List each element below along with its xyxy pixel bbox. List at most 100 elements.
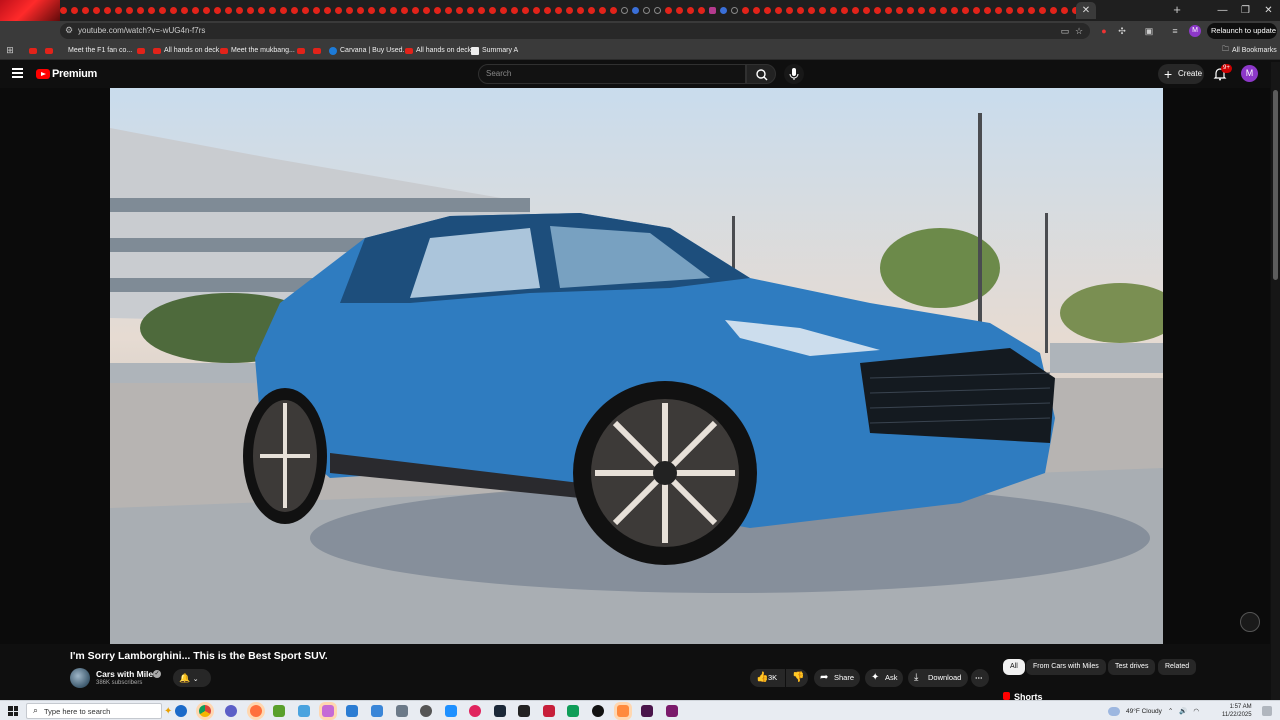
browser-tab-favicon-icon[interactable] bbox=[896, 7, 903, 14]
browser-tab-favicon-icon[interactable] bbox=[258, 7, 265, 14]
chip-related[interactable]: Related bbox=[1158, 659, 1197, 675]
browser-tab-favicon-icon[interactable] bbox=[654, 7, 661, 14]
browser-tab-favicon-icon[interactable] bbox=[698, 7, 705, 14]
extension-red-icon[interactable]: ● bbox=[1097, 24, 1111, 38]
browser-profile-avatar[interactable]: M bbox=[1189, 25, 1201, 37]
channel-name[interactable]: Cars with Miles bbox=[96, 669, 158, 679]
bookmark-youtube-icon-only[interactable] bbox=[313, 44, 321, 57]
chip-test-drives[interactable]: Test drives bbox=[1108, 659, 1156, 675]
browser-tab-favicon-icon[interactable] bbox=[181, 7, 188, 14]
browser-tab-favicon-icon[interactable] bbox=[302, 7, 309, 14]
app-word-icon[interactable] bbox=[346, 705, 358, 717]
browser-tab-favicon-icon[interactable] bbox=[621, 7, 628, 14]
browser-tab-favicon-icon[interactable] bbox=[203, 7, 210, 14]
active-tab-close-icon[interactable]: ✕ bbox=[1076, 2, 1096, 19]
app-slack-icon[interactable] bbox=[641, 705, 653, 717]
browser-tab-favicon-icon[interactable] bbox=[82, 7, 89, 14]
windows-start-icon[interactable] bbox=[8, 706, 18, 716]
browser-tab-favicon-icon[interactable] bbox=[1028, 7, 1035, 14]
browser-tab-favicon-icon[interactable] bbox=[335, 7, 342, 14]
browser-tab-favicon-icon[interactable] bbox=[357, 7, 364, 14]
browser-tab-favicon-icon[interactable] bbox=[665, 7, 672, 14]
search-input[interactable]: Search bbox=[478, 64, 746, 84]
voice-search-button[interactable] bbox=[784, 64, 804, 84]
browser-tab-favicon-icon[interactable] bbox=[159, 7, 166, 14]
url-text[interactable]: youtube.com/watch?v=-wUG4n-f7rs bbox=[78, 26, 205, 35]
reading-list-icon[interactable]: ≡ bbox=[1168, 24, 1182, 38]
browser-tab-favicon-icon[interactable] bbox=[984, 7, 991, 14]
menu-icon[interactable] bbox=[12, 68, 23, 78]
account-avatar[interactable]: M bbox=[1241, 65, 1258, 82]
subscription-bell-button[interactable]: 🔔 ⌄ bbox=[173, 669, 211, 687]
browser-tab-favicon-icon[interactable] bbox=[522, 7, 529, 14]
browser-tab-favicon-icon[interactable] bbox=[830, 7, 837, 14]
browser-tab-favicon-icon[interactable] bbox=[808, 7, 815, 14]
bookmark-youtube-icon-only[interactable] bbox=[29, 44, 37, 57]
like-button[interactable]: 👍 3K bbox=[750, 669, 785, 687]
browser-tab-favicon-icon[interactable] bbox=[918, 7, 925, 14]
address-bar[interactable]: ⚙ youtube.com/watch?v=-wUG4n-f7rs bbox=[60, 23, 1090, 39]
browser-tab-favicon-icon[interactable] bbox=[280, 7, 287, 14]
app-red-icon[interactable] bbox=[543, 705, 555, 717]
browser-tab-favicon-icon[interactable] bbox=[225, 7, 232, 14]
youtube-logo-icon[interactable] bbox=[36, 69, 50, 79]
browser-tab-favicon-icon[interactable] bbox=[555, 7, 562, 14]
browser-tab-favicon-icon[interactable] bbox=[973, 7, 980, 14]
browser-tab-favicon-icon[interactable] bbox=[291, 7, 298, 14]
browser-tab-favicon-icon[interactable] bbox=[610, 7, 617, 14]
browser-tab-favicon-icon[interactable] bbox=[742, 7, 749, 14]
browser-tab-favicon-icon[interactable] bbox=[148, 7, 155, 14]
browser-tab-favicon-icon[interactable] bbox=[511, 7, 518, 14]
browser-tab-favicon-icon[interactable] bbox=[478, 7, 485, 14]
chrome-icon[interactable] bbox=[199, 705, 211, 717]
weather-cloud-icon[interactable] bbox=[1108, 706, 1120, 716]
cast-icon[interactable]: ▣ bbox=[1142, 24, 1156, 38]
browser-tab-favicon-icon[interactable] bbox=[126, 7, 133, 14]
bookmark-item[interactable]: All hands on deck bbox=[405, 44, 471, 57]
app-store-icon[interactable] bbox=[445, 705, 457, 717]
browser-tab-favicon-icon[interactable] bbox=[962, 7, 969, 14]
browser-tab-favicon-icon[interactable] bbox=[819, 7, 826, 14]
browser-tab-favicon-icon[interactable] bbox=[489, 7, 496, 14]
browser-tab-favicon-icon[interactable] bbox=[467, 7, 474, 14]
bookmark-youtube-icon-only[interactable] bbox=[137, 44, 145, 57]
ask-button[interactable]: ✦ Ask bbox=[865, 669, 903, 687]
browser-tab-favicon-icon[interactable] bbox=[313, 7, 320, 14]
minimize-button[interactable]: — bbox=[1211, 0, 1234, 21]
app-magenta-icon[interactable] bbox=[666, 705, 678, 717]
edge-icon[interactable] bbox=[175, 705, 187, 717]
app-pink-icon[interactable] bbox=[469, 705, 481, 717]
browser-tab-favicon-icon[interactable] bbox=[632, 7, 639, 14]
browser-tab-favicon-icon[interactable] bbox=[874, 7, 881, 14]
browser-tab-favicon-icon[interactable] bbox=[863, 7, 870, 14]
taskbar-search-input[interactable]: ⌕ Type here to search ✦ bbox=[26, 703, 172, 719]
browser-tab-favicon-icon[interactable] bbox=[566, 7, 573, 14]
settings-gear-icon[interactable] bbox=[420, 705, 432, 717]
restore-button[interactable]: ❐ bbox=[1234, 0, 1257, 21]
browser-tab-favicon-icon[interactable] bbox=[445, 7, 452, 14]
bookmark-star-icon[interactable]: ☆ bbox=[1072, 24, 1086, 38]
browser-tab-favicon-icon[interactable] bbox=[71, 7, 78, 14]
browser-tab-favicon-icon[interactable] bbox=[60, 7, 67, 14]
app-orange2-icon[interactable] bbox=[617, 705, 629, 717]
browser-tab-favicon-icon[interactable] bbox=[500, 7, 507, 14]
chevron-up-icon[interactable]: ⌃ bbox=[1168, 707, 1173, 715]
chip-all[interactable]: All bbox=[1003, 659, 1025, 675]
browser-tab-favicon-icon[interactable] bbox=[775, 7, 782, 14]
browser-tab-favicon-icon[interactable] bbox=[720, 7, 727, 14]
extensions-puzzle-icon[interactable]: ✣ bbox=[1115, 24, 1129, 38]
browser-tab-favicon-icon[interactable] bbox=[588, 7, 595, 14]
browser-tab-favicon-icon[interactable] bbox=[1006, 7, 1013, 14]
app-green-icon[interactable] bbox=[273, 705, 285, 717]
browser-tab-favicon-icon[interactable] bbox=[1061, 7, 1068, 14]
browser-tab-favicon-icon[interactable] bbox=[93, 7, 100, 14]
browser-tab-favicon-icon[interactable] bbox=[852, 7, 859, 14]
app-dark-icon[interactable] bbox=[518, 705, 530, 717]
share-button[interactable]: ➦ Share bbox=[814, 669, 860, 687]
browser-tab-favicon-icon[interactable] bbox=[951, 7, 958, 14]
copilot-icon[interactable]: ✦ bbox=[164, 706, 172, 717]
chip-from-channel[interactable]: From Cars with Miles bbox=[1026, 659, 1106, 675]
youtube-premium-wordmark[interactable]: Premium bbox=[52, 68, 97, 80]
browser-tab-favicon-icon[interactable] bbox=[115, 7, 122, 14]
browser-tab-favicon-icon[interactable] bbox=[940, 7, 947, 14]
